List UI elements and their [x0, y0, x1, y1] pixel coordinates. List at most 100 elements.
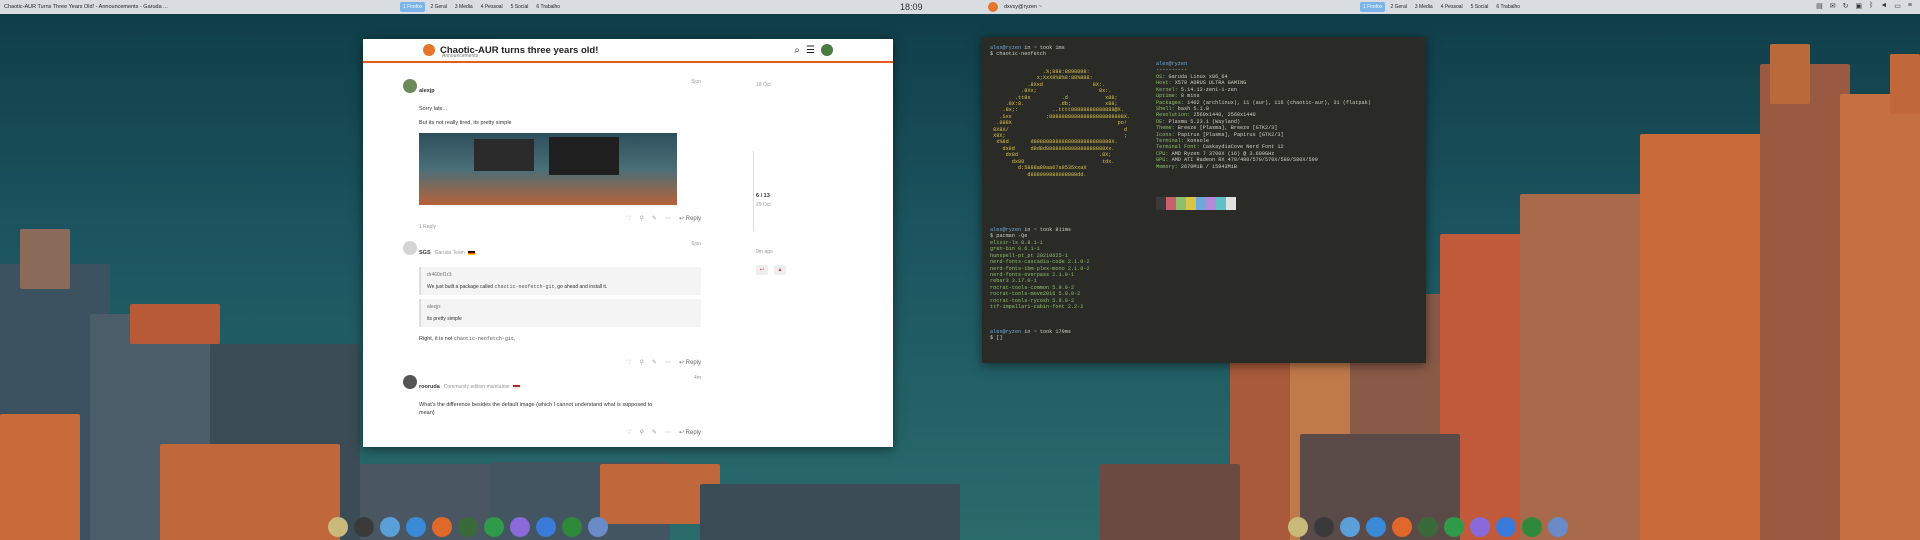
desktop-4[interactable]: 4 Pessoal [478, 2, 506, 12]
browser-window: Chaotic-AUR turns three years old! Annou… [363, 39, 893, 447]
app-launcher-icon[interactable] [988, 2, 998, 12]
link-icon[interactable]: ⚲ [640, 359, 644, 366]
desktop-3[interactable]: 3 Media [1412, 2, 1436, 12]
info-row: Memory: 2670MiB / 15943MiB [1156, 163, 1237, 170]
dock-app-icon[interactable] [1366, 517, 1386, 537]
command-line[interactable]: $ [] [990, 335, 1002, 341]
dock-app-icon[interactable] [484, 517, 504, 537]
reply-button[interactable]: ↩ Reply [679, 215, 701, 222]
dock-left [322, 514, 614, 540]
post-time[interactable]: 4m [694, 375, 701, 381]
post-time[interactable]: 5jun [692, 79, 701, 85]
notes-icon[interactable]: ▤ [1816, 2, 1823, 10]
refresh-icon[interactable]: ↻ [1843, 2, 1849, 10]
desktop-4[interactable]: 4 Pessoal [1438, 2, 1466, 12]
dock-app-icon[interactable] [1444, 517, 1464, 537]
volume-icon[interactable]: ◄ [1880, 2, 1887, 10]
post-time[interactable]: 6jun [692, 241, 701, 247]
dock-app-icon[interactable] [1522, 517, 1542, 537]
desktop-3[interactable]: 3 Media [452, 2, 476, 12]
post-author[interactable]: rooruda Community edition maintainer [419, 384, 520, 390]
post-sgs: SGS Garuda Team 6jun dr460nf1r3: We just … [403, 241, 701, 373]
dock-app-icon[interactable] [588, 517, 608, 537]
dock-app-icon[interactable] [1392, 517, 1412, 537]
more-icon[interactable]: ⋯ [665, 215, 671, 222]
desktop-6[interactable]: 6 Trabalho [1493, 2, 1523, 12]
ascii-art: .%;888:8898898: x;XxX8%8%8:88%888: .8Xxd… [993, 69, 1131, 178]
terminal-window[interactable]: alex@ryzen in ~ took 1ms $ chaotic-neofe… [982, 37, 1426, 363]
avatar[interactable] [403, 79, 417, 93]
quote-author[interactable]: dr460nf1r3: [427, 272, 695, 278]
link-icon[interactable]: ⚲ [640, 215, 644, 222]
edit-icon[interactable]: ✎ [652, 215, 657, 222]
search-icon[interactable]: ⌕ [794, 45, 800, 56]
timeline-end[interactable]: 9m ago [756, 249, 773, 255]
dock-app-icon[interactable] [1418, 517, 1438, 537]
dock-app-icon[interactable] [406, 517, 426, 537]
dock-app-icon[interactable] [354, 517, 374, 537]
timeline-track[interactable] [753, 151, 754, 231]
link-icon[interactable]: ⚲ [640, 429, 644, 436]
desktop-1[interactable]: 1 Firefox [1360, 2, 1386, 12]
palette-swatch [1196, 197, 1206, 210]
quote-author[interactable]: alexjp: [427, 304, 695, 310]
dock-app-icon[interactable] [432, 517, 452, 537]
timeline-start-date[interactable]: 18 Oct [756, 82, 771, 88]
dock-app-icon[interactable] [1496, 517, 1516, 537]
timeline-position[interactable]: 6 / 13 [756, 193, 770, 199]
active-window-title-right[interactable]: dxvsy@ryzen ~ [1004, 4, 1042, 10]
reply-button[interactable]: ↩ Reply [679, 359, 701, 366]
desktop-5[interactable]: 5 Social [508, 2, 532, 12]
like-icon[interactable]: ♡ [626, 215, 631, 222]
post-author[interactable]: alexjp [419, 88, 435, 94]
like-icon[interactable]: ♡ [626, 359, 631, 366]
dock-app-icon[interactable] [1314, 517, 1334, 537]
dock-app-icon[interactable] [536, 517, 556, 537]
like-icon[interactable]: ♡ [626, 429, 631, 436]
clipboard-icon[interactable]: ▣ [1856, 2, 1863, 10]
post-alexjp: alexjp 5jun Sorry late... But its not re… [403, 79, 701, 230]
hamburger-menu-icon[interactable]: ☰ [806, 45, 815, 56]
palette-swatch [1226, 197, 1236, 210]
clock[interactable]: 18:09 [900, 2, 923, 12]
dock-app-icon[interactable] [1340, 517, 1360, 537]
category-label[interactable]: Announcements [442, 53, 478, 59]
garuda-logo-icon[interactable] [423, 44, 435, 56]
desktop-5[interactable]: 5 Social [1468, 2, 1492, 12]
dock-app-icon[interactable] [1288, 517, 1308, 537]
more-icon[interactable]: ⋯ [665, 359, 671, 366]
palette-swatch [1156, 197, 1166, 210]
bell-icon[interactable]: ▲ [774, 265, 786, 275]
mail-icon[interactable]: ✉ [1830, 2, 1836, 10]
desktop-6[interactable]: 6 Trabalho [533, 2, 563, 12]
palette-swatch [1206, 197, 1216, 210]
desktop-1[interactable]: 1 Firefox [400, 2, 426, 12]
dock-app-icon[interactable] [1548, 517, 1568, 537]
avatar[interactable] [403, 241, 417, 255]
dock-app-icon[interactable] [380, 517, 400, 537]
more-icon[interactable]: ⋯ [665, 429, 671, 436]
desktop-2[interactable]: 2 Geral [1387, 2, 1409, 12]
system-tray: ▤ ✉ ↻ ▣ ᛒ ◄ ▭ ≡ [1816, 2, 1912, 10]
network-icon[interactable]: ▭ [1894, 2, 1901, 10]
replies-count[interactable]: 1 Reply [419, 224, 436, 230]
avatar[interactable] [403, 375, 417, 389]
active-window-title[interactable]: Chaotic-AUR Turns Three Years Old! - Ann… [4, 4, 168, 10]
edit-icon[interactable]: ✎ [652, 359, 657, 366]
dock-app-icon[interactable] [510, 517, 530, 537]
user-avatar[interactable] [821, 44, 833, 56]
dock-app-icon[interactable] [562, 517, 582, 537]
dock-app-icon[interactable] [458, 517, 478, 537]
reply-topic-icon[interactable]: ↩ [756, 265, 768, 275]
dock-app-icon[interactable] [1470, 517, 1490, 537]
desktop-2[interactable]: 2 Geral [427, 2, 449, 12]
top-panel-left: Chaotic-AUR Turns Three Years Old! - Ann… [0, 0, 960, 14]
dock-app-icon[interactable] [328, 517, 348, 537]
screenshot-image[interactable] [419, 133, 677, 205]
post-author[interactable]: SGS Garuda Team [419, 250, 475, 256]
bluetooth-icon[interactable]: ᛒ [1869, 2, 1873, 10]
reply-button[interactable]: ↩ Reply [679, 429, 701, 436]
package-row: ttf-impallari-cabin-font 2.2-2 [990, 304, 1084, 311]
menu-icon[interactable]: ≡ [1908, 2, 1912, 10]
edit-icon[interactable]: ✎ [652, 429, 657, 436]
